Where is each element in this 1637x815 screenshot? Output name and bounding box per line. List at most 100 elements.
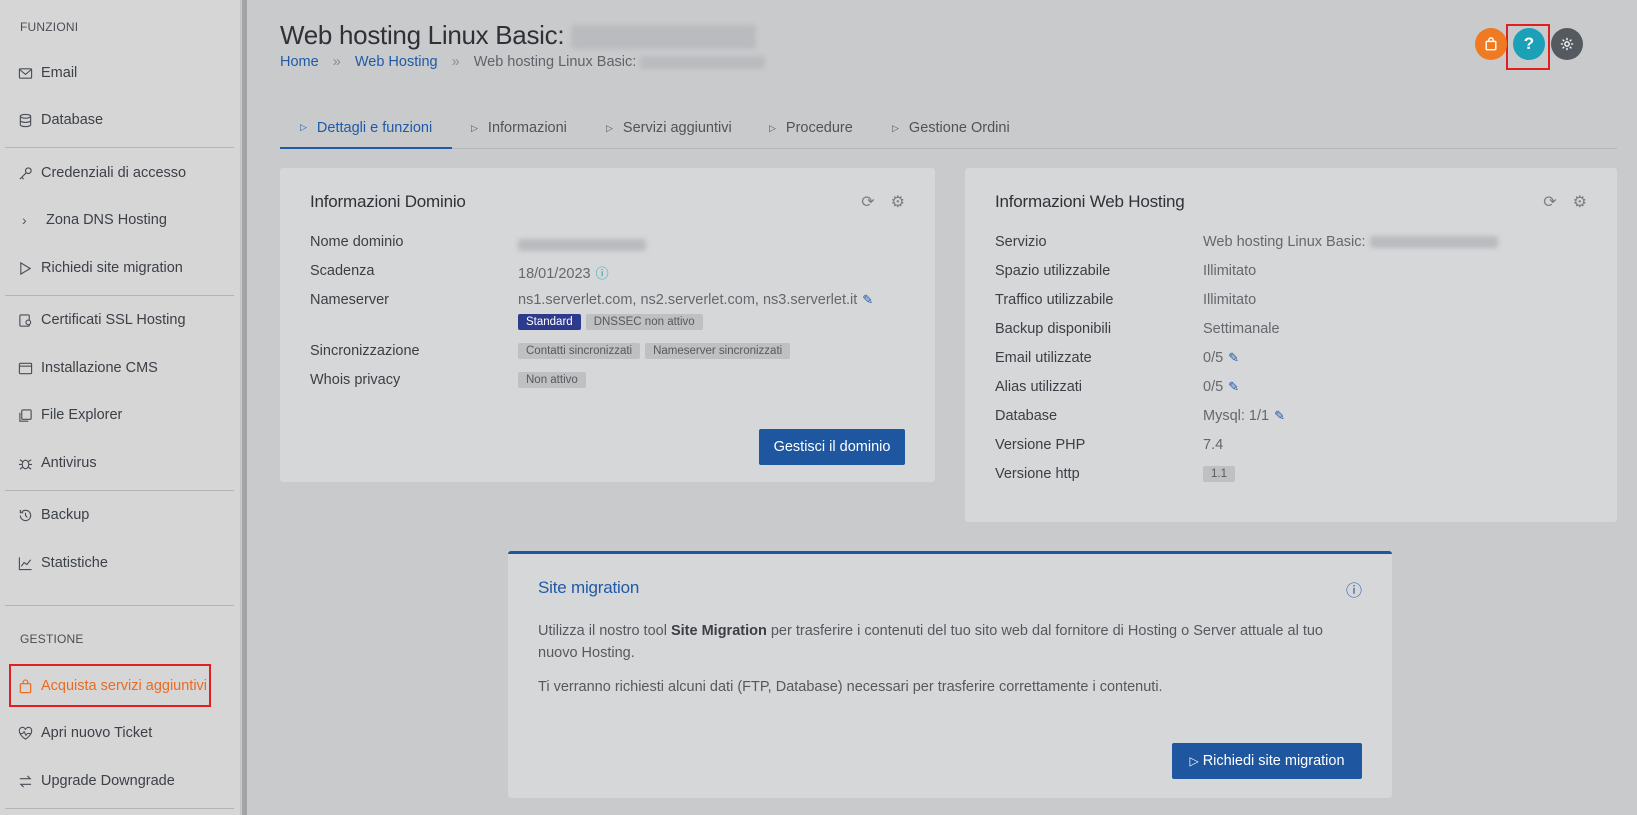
sidebar-scrollbar[interactable] [242,0,247,815]
email-count: 0/5 [1203,350,1224,366]
card-actions: ⟳ ⚙ [845,192,905,212]
play-icon: ▷ [606,122,613,133]
field-value: 0/5 ✎ [1203,379,1239,395]
card-title: Informazioni Dominio [310,192,466,211]
migration-description: Utilizza il nostro tool Site Migration p… [538,620,1358,664]
page-title: Web hosting Linux Basic: [280,20,757,51]
field-value: Web hosting Linux Basic: [1203,234,1498,250]
tab-servizi-aggiuntivi[interactable]: ▷ Servizi aggiuntivi [606,108,732,148]
tab-label: Gestione Ordini [908,120,1010,136]
sidebar-item-site-migration[interactable]: Richiedi site migration [18,253,183,283]
field-label: Alias utilizzati [995,379,1083,395]
settings-button[interactable] [1551,28,1583,60]
help-button[interactable]: ? [1513,28,1545,60]
sidebar-item-ticket[interactable]: Apri nuovo Ticket [18,718,152,748]
redacted-domain [571,25,757,50]
sidebar-item-zona-dns[interactable]: › Zona DNS Hosting [18,205,167,235]
sidebar-item-label: Installazione CMS [41,360,158,376]
sidebar-item-label: Apri nuovo Ticket [41,725,153,741]
sidebar-item-label: Upgrade Downgrade [41,773,175,789]
field-label: Spazio utilizzabile [995,263,1111,279]
bag-icon [1485,37,1497,51]
refresh-icon[interactable]: ⟳ [861,192,874,212]
help-circle-icon[interactable]: ⓘ [1346,577,1362,601]
sidebar-item-antivirus[interactable]: Antivirus [18,448,97,478]
sidebar-item-credenziali[interactable]: Credenziali di accesso [18,158,186,188]
play-icon: ▷ [769,122,776,133]
sync-badges: Contatti sincronizzati Nameserver sincron… [518,342,795,359]
breadcrumb-web-hosting[interactable]: Web Hosting [355,54,438,70]
pencil-icon[interactable]: ✎ [1228,379,1239,394]
pencil-icon[interactable]: ✎ [1274,408,1285,423]
mail-icon [18,67,33,79]
play-icon: ▷ [1189,754,1199,768]
refresh-icon[interactable]: ⟳ [1543,192,1556,212]
sidebar-item-label: Richiedi site migration [41,260,183,276]
card-title: Site migration [538,578,640,597]
chevron-right-icon: › [22,212,27,228]
sidebar-item-label: Email [41,65,78,81]
sidebar-item-label: Zona DNS Hosting [46,212,167,228]
field-label: Nome dominio [310,234,404,250]
field-label: Traffico utilizzabile [995,292,1114,308]
field-label: Servizio [995,234,1047,250]
sidebar-item-upgrade[interactable]: Upgrade Downgrade [18,766,175,796]
sidebar-item-email[interactable]: Email [18,58,77,88]
tab-label: Dettagli e funzioni [316,119,433,136]
pencil-icon[interactable]: ✎ [1228,350,1239,365]
pencil-icon[interactable]: ✎ [862,292,873,307]
sidebar-item-ssl[interactable]: Certificati SSL Hosting [18,305,186,335]
manage-domain-button[interactable]: Gestisci il dominio [759,429,905,465]
sidebar-item-backup[interactable]: Backup [18,500,89,530]
tab-dettagli[interactable]: ▷ Dettagli e funzioni [280,108,453,149]
sidebar-item-label: Database [41,112,104,128]
migration-note: Ti verranno richiesti alcuni dati (FTP, … [538,679,1163,695]
domain-info-card: Informazioni Dominio ⟳ ⚙ Nome dominio Sc… [280,168,935,482]
sidebar-item-acquista[interactable]: Acquista servizi aggiuntivi [18,671,207,701]
page-title-text: Web hosting Linux Basic: [280,20,565,50]
history-icon [19,509,32,521]
tab-informazioni[interactable]: ▷ Informazioni [471,108,567,148]
status-badge: Non attivo [518,372,586,388]
tab-label: Servizi aggiuntivi [622,120,732,136]
sidebar-item-label: Antivirus [41,455,97,471]
domain-name-value [518,237,646,253]
database-count: Mysql: 1/1 [1203,408,1270,424]
gear-icon [1560,37,1574,51]
whois-badges: Non attivo [518,371,591,388]
field-label: Scadenza [310,263,375,279]
sidebar-section-title: FUNZIONI [20,20,79,34]
heartbeat-icon [18,726,33,740]
sidebar-item-label: Statistiche [41,555,108,571]
bug-icon [18,458,33,470]
help-circle-icon[interactable]: ⓘ [596,266,609,281]
gear-icon[interactable]: ⚙ [1573,192,1587,212]
tab-procedure[interactable]: ▷ Procedure [769,108,853,148]
site-migration-card: Site migration ⓘ Utilizza il nostro tool… [508,551,1392,798]
cart-button[interactable] [1475,28,1507,60]
field-value: Illimitato [1203,263,1257,279]
field-value: Settimanale [1203,321,1280,337]
tab-bar: ▷ Dettagli e funzioni ▷ Informazioni ▷ S… [280,108,1617,149]
window-icon [18,362,33,374]
sidebar-item-label: Acquista servizi aggiuntivi [41,678,208,694]
description-text: Utilizza il nostro tool [538,623,671,639]
alias-count: 0/5 [1203,379,1224,395]
nameserver-text: ns1.serverlet.com, ns2.serverlet.com, ns… [518,292,858,308]
divider [5,490,234,491]
sidebar-item-label: Credenziali di accesso [41,165,187,181]
field-value: Mysql: 1/1 ✎ [1203,408,1285,424]
sidebar-item-file-explorer[interactable]: File Explorer [18,400,122,430]
breadcrumb-home[interactable]: Home [280,54,319,70]
sidebar-section-title: GESTIONE [20,632,84,646]
gear-icon[interactable]: ⚙ [891,192,905,212]
tab-label: Informazioni [487,120,567,136]
sidebar-item-database[interactable]: Database [18,105,103,135]
divider [5,605,234,606]
sidebar-item-label: Backup [41,507,90,523]
tab-gestione-ordini[interactable]: ▷ Gestione Ordini [892,108,1010,148]
sidebar-item-statistiche[interactable]: Statistiche [18,548,108,578]
sidebar-item-cms[interactable]: Installazione CMS [18,353,158,383]
request-migration-button[interactable]: ▷ Richiedi site migration [1172,743,1362,779]
files-icon [19,408,32,422]
